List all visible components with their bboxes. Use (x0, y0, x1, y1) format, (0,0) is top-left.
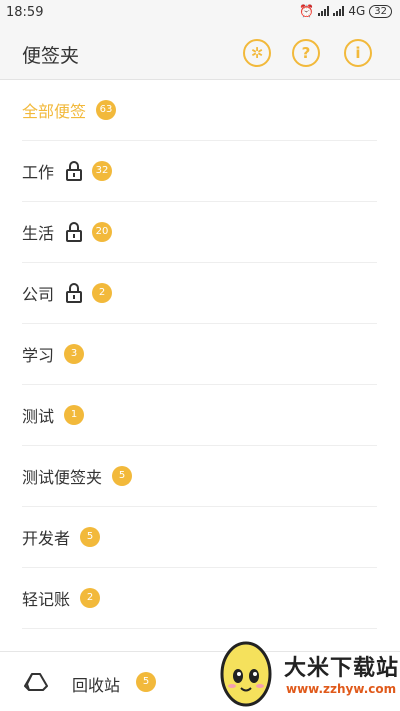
count-badge: 5 (136, 672, 156, 692)
folder-list: 全部便签 63 工作 32 生活 20 公司 2 学习 3 测试 1 测试便签夹… (0, 80, 400, 651)
folder-label: 生活 (22, 224, 55, 243)
folder-label: 工作 (22, 163, 55, 182)
settings-icon[interactable]: ✲ (243, 39, 271, 67)
watermark-url: www.zzhyw.com (286, 682, 397, 696)
count-badge: 5 (80, 527, 101, 547)
count-badge: 1 (64, 405, 85, 425)
count-badge: 3 (64, 344, 85, 364)
folder-row-accounting[interactable]: 轻记账 2 (22, 568, 377, 629)
folder-label: 全部便签 (22, 102, 87, 121)
count-badge: 32 (92, 161, 113, 181)
info-icon[interactable]: i (344, 39, 372, 67)
folder-row-company[interactable]: 公司 2 (22, 263, 377, 324)
lock-icon (66, 222, 83, 242)
alarm-icon: ⏰ (299, 4, 315, 18)
signal-icon-2 (333, 6, 345, 16)
signal-icon (318, 6, 330, 16)
folder-row-test-notes[interactable]: 测试便签夹 5 (22, 446, 377, 507)
folder-label: 学习 (22, 346, 55, 365)
lock-icon (66, 283, 83, 303)
count-badge: 63 (96, 100, 117, 120)
folder-row-life[interactable]: 生活 20 (22, 202, 377, 263)
watermark: 大米下载站 www.zzhyw.com (214, 632, 400, 711)
folder-label: 测试便签夹 (22, 468, 103, 487)
count-badge: 2 (92, 283, 113, 303)
network-type: 4G (348, 4, 366, 18)
count-badge: 2 (80, 588, 101, 608)
page-title: 便签夹 (22, 45, 80, 67)
battery-icon: 32 (369, 4, 392, 18)
count-badge: 20 (92, 222, 113, 242)
lock-icon (66, 161, 83, 181)
folder-row-work[interactable]: 工作 32 (22, 141, 377, 202)
recycle-bin-label: 回收站 (72, 676, 121, 695)
folder-row-test[interactable]: 测试 1 (22, 385, 377, 446)
folder-row-study[interactable]: 学习 3 (22, 324, 377, 385)
status-icons: ⏰ 4G 32 (299, 4, 392, 18)
folder-label: 公司 (22, 285, 55, 304)
help-icon[interactable]: ? (292, 39, 320, 67)
status-time: 18:59 (6, 5, 44, 20)
status-bar: 18:59 ⏰ 4G 32 (0, 0, 400, 26)
folder-row-developer[interactable]: 开发者 5 (22, 507, 377, 568)
folder-label: 开发者 (22, 529, 71, 548)
watermark-title: 大米下载站 (284, 656, 400, 681)
count-badge: 5 (112, 466, 133, 486)
app-header: 便签夹 ✲ ? i (0, 26, 400, 80)
folder-label: 测试 (22, 407, 55, 426)
folder-row-all[interactable]: 全部便签 63 (22, 80, 377, 141)
drive-icon (24, 673, 48, 691)
folder-label: 轻记账 (22, 590, 71, 609)
watermark-logo (220, 641, 272, 707)
